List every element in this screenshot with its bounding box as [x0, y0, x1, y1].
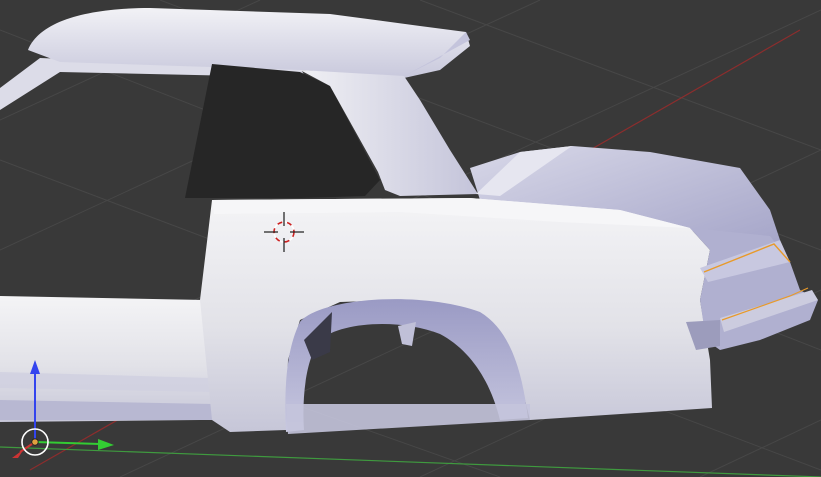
3d-viewport[interactable] — [0, 0, 821, 477]
viewport-canvas[interactable] — [0, 0, 821, 477]
gizmo-center[interactable] — [31, 438, 39, 446]
